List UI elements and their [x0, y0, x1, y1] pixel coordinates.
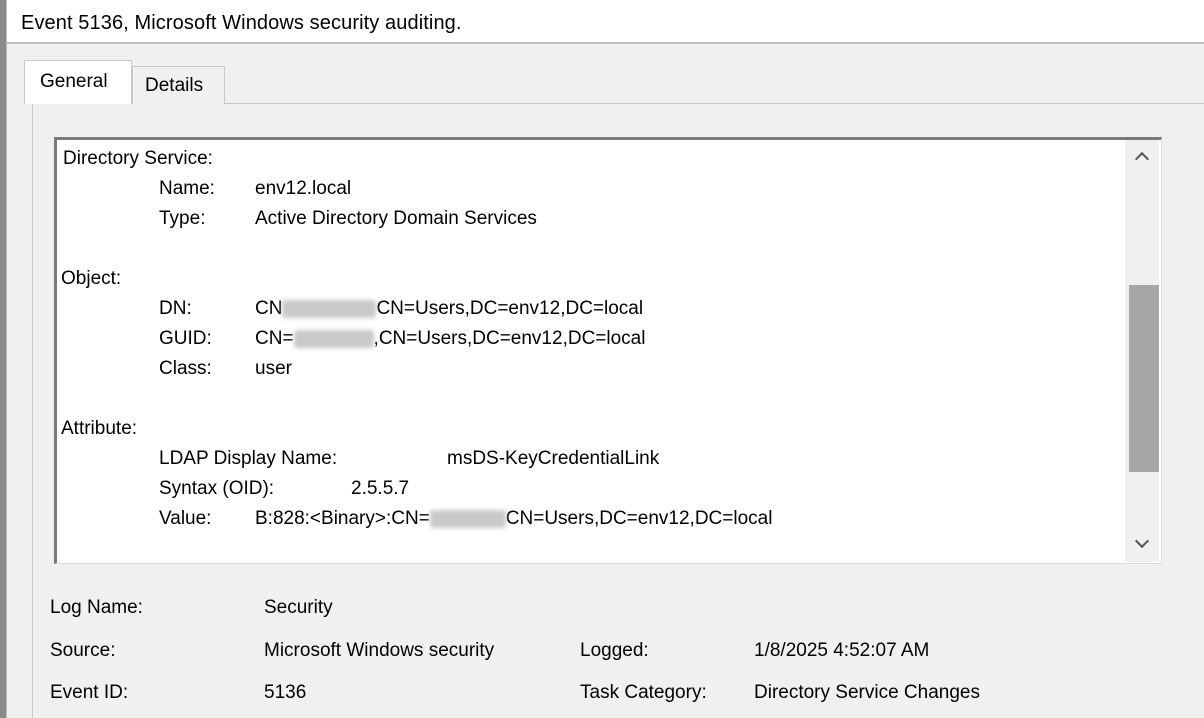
event-description-textbox[interactable]: Directory Service: Name: env12.local Typ…	[54, 137, 1162, 564]
tab-details-label: Details	[145, 75, 204, 96]
ds-type-value: Active Directory Domain Services	[255, 208, 537, 229]
directory-service-heading: Directory Service:	[63, 148, 213, 169]
event-description-text: Directory Service: Name: env12.local Typ…	[61, 144, 1127, 558]
value-suffix: CN=Users,DC=env12,DC=local	[505, 508, 773, 529]
event-properties-window: Event 5136, Microsoft Windows security a…	[0, 0, 1204, 718]
dn-prefix: CN	[255, 298, 283, 319]
tab-general-label: General	[40, 71, 108, 92]
ldap-display-name-label: LDAP Display Name:	[159, 448, 338, 469]
scroll-down-button[interactable]	[1125, 525, 1159, 559]
window-left-border	[0, 0, 7, 718]
attribute-heading: Attribute:	[61, 418, 138, 439]
redacted-blur	[293, 329, 374, 348]
event-title: Event 5136, Microsoft Windows security a…	[21, 12, 462, 34]
scrollbar-thumb[interactable]	[1129, 285, 1159, 472]
chevron-down-icon	[1134, 533, 1150, 549]
guid-suffix: ,CN=Users,DC=env12,DC=local	[373, 328, 646, 349]
chevron-up-icon	[1134, 151, 1150, 167]
value-value: B:828:<Binary>:CN= CN=Users,DC=env12,DC=l…	[255, 504, 772, 534]
guid-prefix: CN=	[255, 328, 294, 349]
ds-type-label: Type:	[159, 208, 206, 229]
ds-name-value: env12.local	[255, 178, 352, 199]
dn-label: DN:	[159, 298, 192, 319]
guid-label: GUID:	[159, 328, 212, 349]
object-heading: Object:	[61, 268, 122, 289]
ldap-display-name-value: msDS-KeyCredentialLink	[447, 448, 660, 469]
guid-value: CN= ,CN=Users,DC=env12,DC=local	[255, 324, 645, 354]
event-header: Event 5136, Microsoft Windows security a…	[7, 0, 1204, 44]
tab-strip: General Details	[24, 60, 1204, 104]
redacted-blur	[429, 509, 506, 528]
class-value: user	[255, 358, 292, 379]
redacted-blur	[282, 299, 377, 318]
tab-details[interactable]: Details	[132, 66, 225, 104]
syntax-oid-label: Syntax (OID):	[159, 478, 275, 499]
dn-suffix: CN=Users,DC=env12,DC=local	[376, 298, 644, 319]
tab-general[interactable]: General	[24, 60, 132, 104]
value-label: Value:	[159, 508, 212, 529]
class-label: Class:	[159, 358, 212, 379]
dn-value: CN CN=Users,DC=env12,DC=local	[255, 294, 643, 324]
value-prefix: B:828:<Binary>:CN=	[255, 508, 430, 529]
syntax-oid-value: 2.5.5.7	[351, 478, 410, 499]
ds-name-label: Name:	[159, 178, 215, 199]
scroll-up-button[interactable]	[1125, 143, 1159, 177]
description-scrollbar[interactable]	[1125, 140, 1159, 562]
